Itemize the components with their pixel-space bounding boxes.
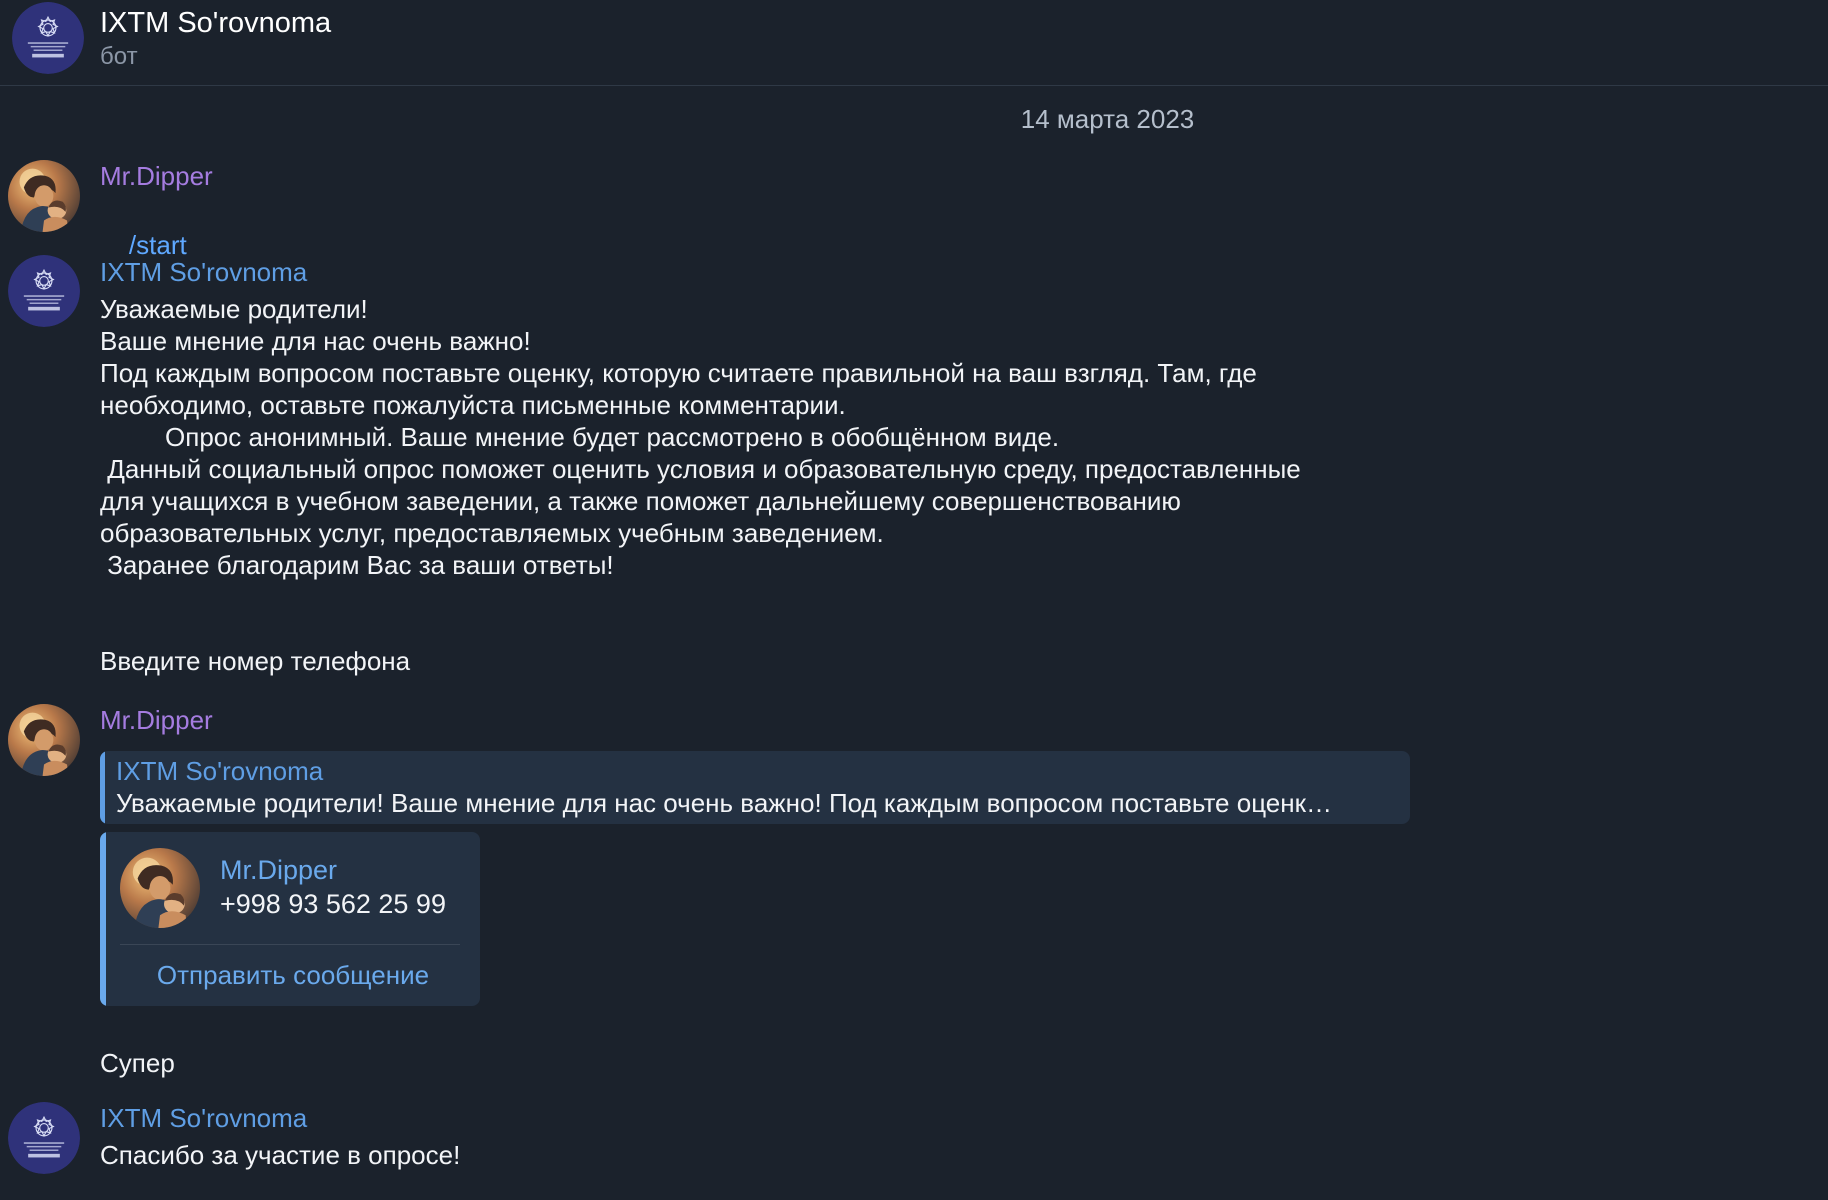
message-text: Спасибо за участие в опросе! — [100, 1140, 461, 1170]
message-sender[interactable]: IXTM So'rovnoma — [100, 1102, 307, 1134]
message-text: Супер — [100, 1048, 175, 1078]
message-sender[interactable]: IXTM So'rovnoma — [100, 256, 307, 288]
message-sender[interactable]: Mr.Dipper — [100, 704, 213, 736]
contact-phone: +998 93 562 25 99 — [220, 889, 446, 919]
reply-sender: IXTM So'rovnoma — [116, 756, 324, 786]
message-line: Ваше мнение для нас очень важно! — [100, 326, 531, 356]
chat-title[interactable]: IXTM So'rovnoma — [100, 6, 331, 40]
message-line: Опрос анонимный. Ваше мнение будет рассм… — [100, 422, 1060, 452]
message-line: Данный социальный опрос поможет оценить … — [100, 454, 1301, 484]
contact-divider — [120, 944, 460, 945]
user-avatar[interactable] — [8, 704, 80, 776]
send-message-button[interactable]: Отправить сообщение — [106, 946, 480, 1004]
contact-card[interactable]: Mr.Dipper +998 93 562 25 99 Отправить со… — [100, 832, 480, 1006]
chat-window: IXTM So'rovnoma бот 14 марта 2023 Mr.Dip… — [0, 0, 1828, 1200]
message-sender[interactable]: Mr.Dipper — [100, 160, 213, 192]
message-text: Введите номер телефона — [100, 646, 411, 676]
agency-logo-icon[interactable] — [12, 2, 84, 74]
agency-logo-icon[interactable] — [8, 1102, 80, 1174]
message-line: Под каждым вопросом поставьте оценку, ко… — [100, 358, 1257, 388]
message-line: Уважаемые родители! — [100, 294, 368, 324]
reply-text: Уважаемые родители! Ваше мнение для нас … — [116, 788, 1332, 818]
chat-subtitle: бот — [100, 43, 138, 70]
quote-bar — [100, 751, 105, 824]
message-line: для учащихся в учебном заведении, а такж… — [100, 486, 1181, 516]
chat-header: IXTM So'rovnoma бот — [0, 0, 1828, 86]
contact-avatar[interactable] — [120, 848, 200, 928]
message-line: образовательных услуг, предоставляемых у… — [100, 518, 884, 548]
reply-quote[interactable]: IXTM So'rovnoma Уважаемые родители! Ваше… — [100, 751, 1410, 824]
contact-name[interactable]: Mr.Dipper — [220, 854, 337, 886]
user-avatar[interactable] — [8, 160, 80, 232]
message-line: необходимо, оставьте пожалуйста письменн… — [100, 390, 846, 420]
date-separator: 14 марта 2023 — [1020, 104, 1195, 134]
message-line: Заранее благодарим Вас за ваши ответы! — [100, 550, 614, 580]
agency-logo-icon[interactable] — [8, 255, 80, 327]
